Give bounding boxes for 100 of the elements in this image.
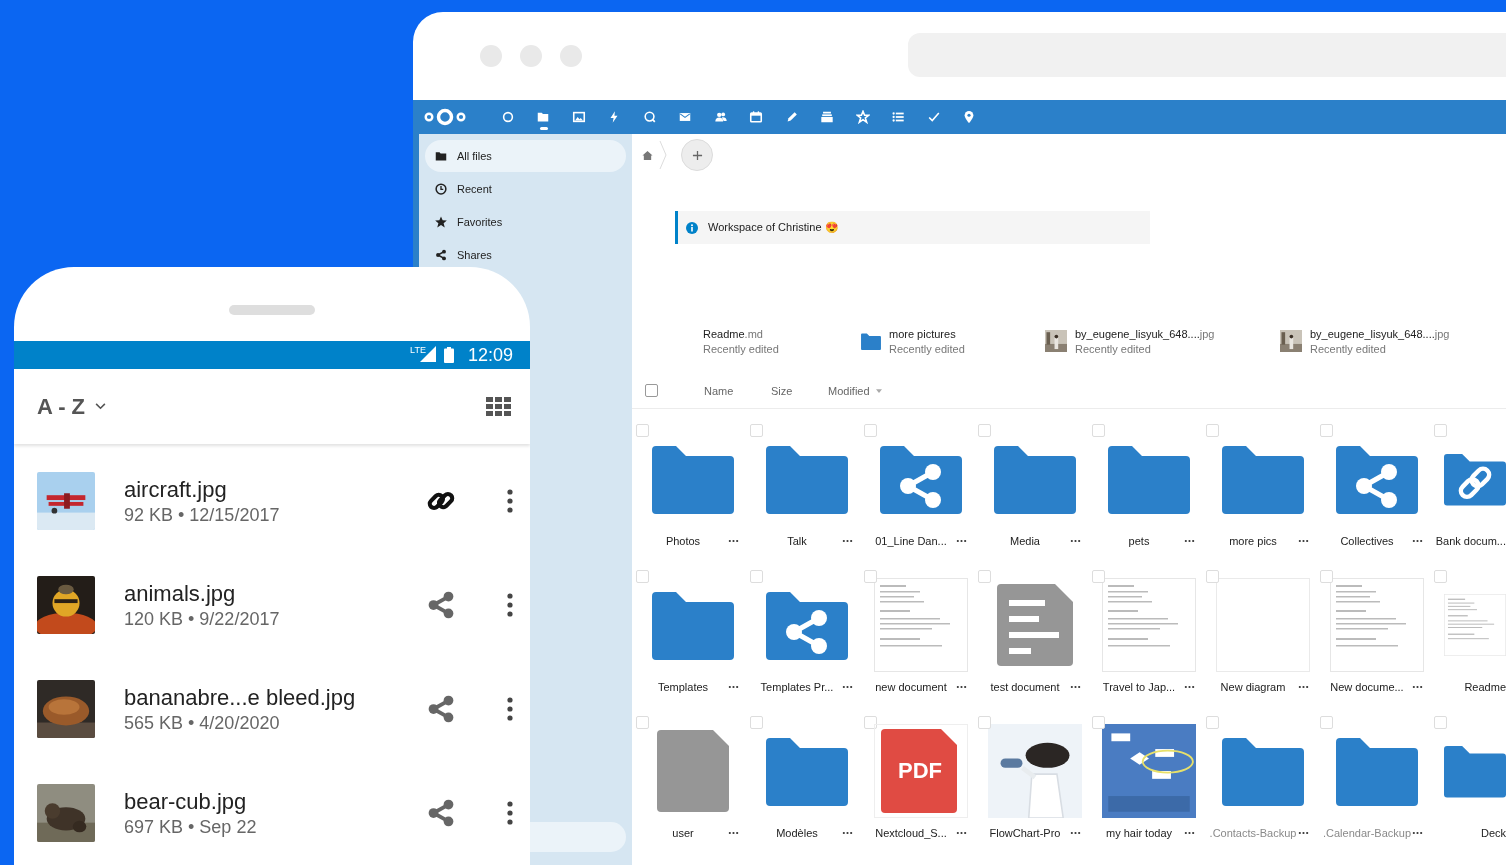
column-header[interactable]: Name bbox=[704, 385, 771, 397]
file-name[interactable]: my hair today bbox=[1094, 827, 1184, 839]
more-icon[interactable] bbox=[842, 831, 853, 835]
more-icon[interactable] bbox=[842, 685, 853, 689]
checkbox[interactable] bbox=[636, 716, 649, 729]
file-name[interactable]: user bbox=[638, 827, 728, 839]
recent-file-name[interactable]: by_eugene_lisyuk_648....jpg bbox=[1075, 327, 1215, 340]
checkbox[interactable] bbox=[1092, 716, 1105, 729]
checkbox[interactable] bbox=[1206, 570, 1219, 583]
checkbox[interactable] bbox=[1320, 716, 1333, 729]
file-name[interactable]: Modèles bbox=[752, 827, 842, 839]
file-name[interactable]: Nextcloud_S... bbox=[866, 827, 956, 839]
file-name[interactable]: Templates Pr... bbox=[752, 681, 842, 693]
file-name[interactable]: Collectives bbox=[1322, 535, 1412, 547]
file-name[interactable]: Travel to Jap... bbox=[1094, 681, 1184, 693]
file-name[interactable]: animals.jpg bbox=[124, 580, 392, 607]
checkbox[interactable] bbox=[1320, 570, 1333, 583]
kebab-menu-icon[interactable] bbox=[507, 489, 513, 513]
more-icon[interactable] bbox=[1412, 831, 1423, 835]
file-name[interactable]: .Calendar-Backup bbox=[1322, 827, 1412, 839]
more-icon[interactable] bbox=[956, 539, 967, 543]
more-icon[interactable] bbox=[1412, 539, 1423, 543]
sort-label[interactable]: A - Z bbox=[37, 393, 86, 420]
file-name[interactable]: new document bbox=[866, 681, 956, 693]
file-name[interactable]: aircraft.jpg bbox=[124, 476, 392, 503]
select-all-checkbox[interactable] bbox=[645, 384, 658, 397]
checkbox[interactable] bbox=[978, 424, 991, 437]
checkbox[interactable] bbox=[1092, 424, 1105, 437]
recent-file-subtitle: Recently edited bbox=[1310, 342, 1387, 355]
checkbox[interactable] bbox=[1434, 424, 1447, 437]
more-icon[interactable] bbox=[1298, 831, 1309, 835]
file-details: 120 KB • 9/22/2017 bbox=[124, 608, 281, 630]
file-name[interactable]: Readme bbox=[1464, 681, 1506, 693]
folder-icon bbox=[766, 736, 848, 806]
more-icon[interactable] bbox=[842, 539, 853, 543]
sidebar-item[interactable]: Favorites bbox=[425, 206, 626, 238]
file-name[interactable]: Templates bbox=[638, 681, 728, 693]
kebab-menu-icon[interactable] bbox=[507, 801, 513, 825]
more-icon[interactable] bbox=[1184, 539, 1195, 543]
more-icon[interactable] bbox=[1412, 685, 1423, 689]
file-name[interactable]: more pics bbox=[1208, 535, 1298, 547]
more-icon[interactable] bbox=[1298, 539, 1309, 543]
checkbox[interactable] bbox=[636, 570, 649, 583]
checkbox[interactable] bbox=[636, 424, 649, 437]
checkbox[interactable] bbox=[750, 716, 763, 729]
more-icon[interactable] bbox=[1070, 831, 1081, 835]
checkbox[interactable] bbox=[1092, 570, 1105, 583]
kebab-menu-icon[interactable] bbox=[507, 697, 513, 721]
file-name[interactable]: Deck bbox=[1480, 827, 1506, 839]
home-icon[interactable] bbox=[642, 149, 653, 161]
file-name[interactable]: bear-cub.jpg bbox=[124, 788, 392, 815]
file-name[interactable]: New diagram bbox=[1208, 681, 1298, 693]
checkbox[interactable] bbox=[864, 424, 877, 437]
recent-file-name[interactable]: by_eugene_lisyuk_648....jpg bbox=[1310, 327, 1450, 340]
checkbox[interactable] bbox=[978, 716, 991, 729]
chevron-down-icon[interactable] bbox=[95, 403, 107, 410]
file-name[interactable]: New docume... bbox=[1322, 681, 1412, 693]
more-icon[interactable] bbox=[956, 831, 967, 835]
more-icon[interactable] bbox=[1184, 685, 1195, 689]
more-icon[interactable] bbox=[1298, 685, 1309, 689]
sidebar-item[interactable]: Shares bbox=[425, 239, 626, 271]
file-name[interactable]: pets bbox=[1094, 535, 1184, 547]
column-header[interactable]: Modified bbox=[828, 385, 908, 397]
checkbox[interactable] bbox=[864, 716, 877, 729]
more-icon[interactable] bbox=[728, 539, 739, 543]
shared-folder-icon bbox=[1336, 444, 1418, 514]
checkbox[interactable] bbox=[1206, 716, 1219, 729]
logo-icon[interactable] bbox=[423, 107, 467, 127]
more-icon[interactable] bbox=[1070, 539, 1081, 543]
file-details: 697 KB • Sep 22 bbox=[124, 816, 258, 838]
checkbox[interactable] bbox=[1434, 570, 1447, 583]
checkbox[interactable] bbox=[864, 570, 877, 583]
file-name[interactable]: Photos bbox=[638, 535, 728, 547]
recent-file-name[interactable]: more pictures bbox=[889, 327, 965, 340]
grid-view-icon[interactable] bbox=[486, 397, 511, 416]
file-name[interactable]: Talk bbox=[752, 535, 842, 547]
file-name[interactable]: bananabre...e bleed.jpg bbox=[124, 684, 392, 711]
file-name[interactable]: .Contacts-Backup bbox=[1208, 827, 1298, 839]
recent-file-name[interactable]: Readme.md bbox=[703, 327, 779, 340]
checkbox[interactable] bbox=[1434, 716, 1447, 729]
file-name[interactable]: test document bbox=[980, 681, 1070, 693]
more-icon[interactable] bbox=[1070, 685, 1081, 689]
more-icon[interactable] bbox=[956, 685, 967, 689]
file-name[interactable]: Bank docum... bbox=[1435, 535, 1506, 547]
checkbox[interactable] bbox=[750, 424, 763, 437]
checkbox[interactable] bbox=[1206, 424, 1219, 437]
folder-icon bbox=[652, 444, 734, 514]
checkbox[interactable] bbox=[1320, 424, 1333, 437]
checkbox[interactable] bbox=[750, 570, 763, 583]
checkbox[interactable] bbox=[978, 570, 991, 583]
column-header[interactable]: Size bbox=[771, 385, 828, 397]
kebab-menu-icon[interactable] bbox=[507, 593, 513, 617]
sidebar-item[interactable]: All files bbox=[425, 140, 626, 172]
more-icon[interactable] bbox=[728, 831, 739, 835]
more-icon[interactable] bbox=[1184, 831, 1195, 835]
file-name[interactable]: Media bbox=[980, 535, 1070, 547]
more-icon[interactable] bbox=[728, 685, 739, 689]
file-name[interactable]: FlowChart-Pro bbox=[980, 827, 1070, 839]
sidebar-item[interactable]: Recent bbox=[425, 173, 626, 205]
file-name[interactable]: 01_Line Dan... bbox=[866, 535, 956, 547]
